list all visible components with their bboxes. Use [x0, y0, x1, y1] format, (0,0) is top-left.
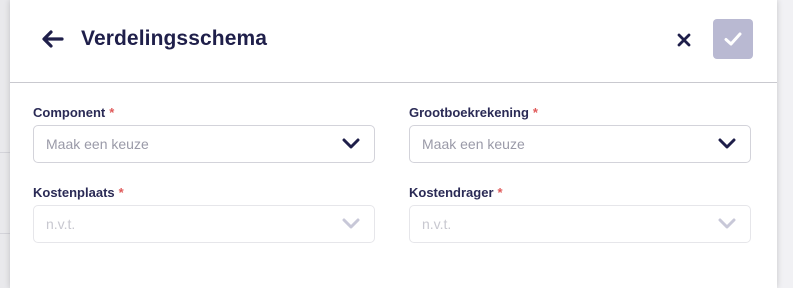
- page-gutter: [777, 0, 793, 288]
- chevron-down-icon: [342, 138, 360, 149]
- ledger-account-label-text: Grootboekrekening: [409, 105, 529, 120]
- required-marker: *: [109, 105, 115, 120]
- distribution-schema-panel: Verdelingsschema Component * Maak een keu…: [10, 0, 777, 288]
- cost-center-select-value: n.v.t.: [46, 216, 76, 232]
- arrow-left-icon[interactable]: [42, 29, 64, 49]
- check-icon: [724, 32, 742, 46]
- cost-center-label: Kostenplaats *: [33, 185, 124, 200]
- ledger-account-select-value: Maak een keuze: [422, 136, 525, 152]
- backdrop-divider: [0, 152, 10, 153]
- page-title: Verdelingsschema: [81, 27, 268, 50]
- component-label-text: Component: [33, 105, 106, 120]
- ledger-account-select[interactable]: Maak een keuze: [409, 125, 751, 163]
- component-label: Component *: [33, 105, 114, 120]
- cost-unit-select: n.v.t.: [409, 205, 751, 243]
- panel-header: Verdelingsschema: [10, 0, 777, 83]
- component-select-value: Maak een keuze: [46, 136, 149, 152]
- cost-unit-label: Kostendrager *: [409, 185, 503, 200]
- cost-unit-select-value: n.v.t.: [422, 216, 452, 232]
- ledger-account-label: Grootboekrekening *: [409, 105, 538, 120]
- chevron-down-icon: [342, 218, 360, 229]
- confirm-button[interactable]: [713, 19, 753, 59]
- chevron-down-icon: [718, 138, 736, 149]
- required-marker: *: [532, 105, 538, 120]
- required-marker: *: [118, 185, 124, 200]
- required-marker: *: [497, 185, 503, 200]
- cost-center-label-text: Kostenplaats: [33, 185, 115, 200]
- chevron-down-icon: [718, 218, 736, 229]
- component-select[interactable]: Maak een keuze: [33, 125, 375, 163]
- cost-center-select: n.v.t.: [33, 205, 375, 243]
- backdrop-divider: [0, 233, 10, 234]
- close-button[interactable]: [672, 28, 696, 52]
- close-icon: [677, 33, 691, 47]
- cost-unit-label-text: Kostendrager: [409, 185, 494, 200]
